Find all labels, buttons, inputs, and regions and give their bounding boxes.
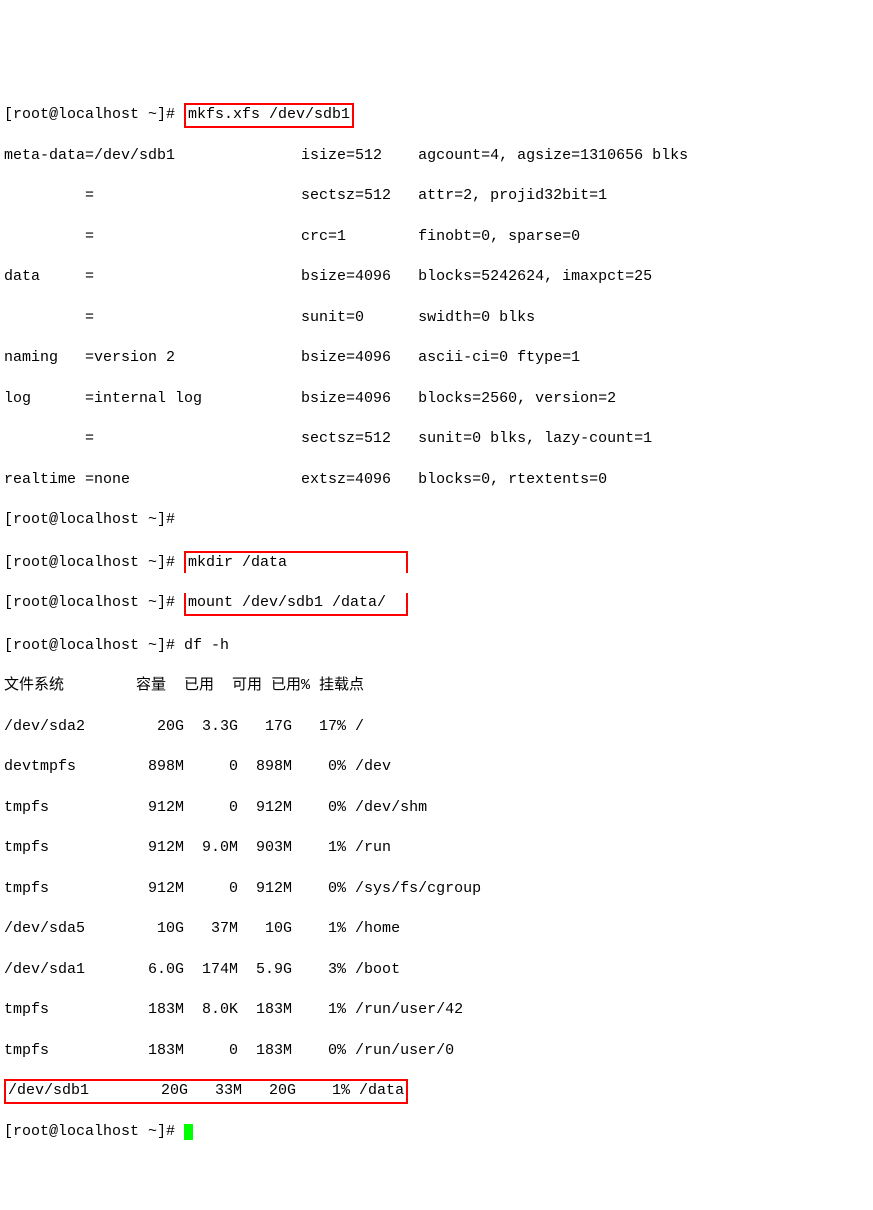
command-mkfs: mkfs.xfs /dev/sdb1 [188,106,350,123]
table-row: tmpfs 912M 9.0M 903M 1% /run [4,838,869,858]
df-header: 文件系统 容量 已用 可用 已用% 挂载点 [4,676,869,696]
mkfs-output-sectsz: = sectsz=512 attr=2, projid32bit=1 [4,186,869,206]
mkfs-output-sunit: = sunit=0 swidth=0 blks [4,308,869,328]
table-row: tmpfs 183M 8.0K 183M 1% /run/user/42 [4,1000,869,1020]
shell-prompt: [root@localhost ~]# [4,511,184,528]
table-row: tmpfs 912M 0 912M 0% /dev/shm [4,798,869,818]
command-df: df -h [184,637,229,654]
table-row: tmpfs 183M 0 183M 0% /run/user/0 [4,1041,869,1061]
table-row: devtmpfs 898M 0 898M 0% /dev [4,757,869,777]
shell-prompt: [root@localhost ~]# [4,1123,184,1140]
command-mkdir: mkdir /data [188,554,404,571]
table-row: /dev/sda1 6.0G 174M 5.9G 3% /boot [4,960,869,980]
shell-prompt: [root@localhost ~]# [4,594,184,611]
table-row: tmpfs 912M 0 912M 0% /sys/fs/cgroup [4,879,869,899]
mkfs-output-crc: = crc=1 finobt=0, sparse=0 [4,227,869,247]
shell-prompt: [root@localhost ~]# [4,554,184,571]
table-row: /dev/sda2 20G 3.3G 17G 17% / [4,717,869,737]
highlight-mkdir-mount: mkdir /data [184,551,408,573]
terminal-output: [root@localhost ~]# mkfs.xfs /dev/sdb1 m… [4,85,869,1162]
shell-prompt: [root@localhost ~]# [4,637,184,654]
table-row-highlighted: /dev/sdb1 20G 33M 20G 1% /data [8,1082,404,1099]
mkfs-output-data: data = bsize=4096 blocks=5242624, imaxpc… [4,267,869,287]
mkfs-output-log2: = sectsz=512 sunit=0 blks, lazy-count=1 [4,429,869,449]
highlight-mkdir-mount: mount /dev/sdb1 /data/ [184,593,408,615]
highlight-mkfs-cmd: mkfs.xfs /dev/sdb1 [184,103,354,127]
mkfs-output-realtime: realtime =none extsz=4096 blocks=0, rtex… [4,470,869,490]
terminal-cursor[interactable] [184,1124,193,1140]
mkfs-output-log: log =internal log bsize=4096 blocks=2560… [4,389,869,409]
mkfs-output-naming: naming =version 2 bsize=4096 ascii-ci=0 … [4,348,869,368]
shell-prompt: [root@localhost ~]# [4,106,184,123]
command-mount: mount /dev/sdb1 /data/ [188,594,404,611]
mkfs-output-meta: meta-data=/dev/sdb1 isize=512 agcount=4,… [4,146,869,166]
highlight-data-mount: /dev/sdb1 20G 33M 20G 1% /data [4,1079,408,1103]
table-row: /dev/sda5 10G 37M 10G 1% /home [4,919,869,939]
